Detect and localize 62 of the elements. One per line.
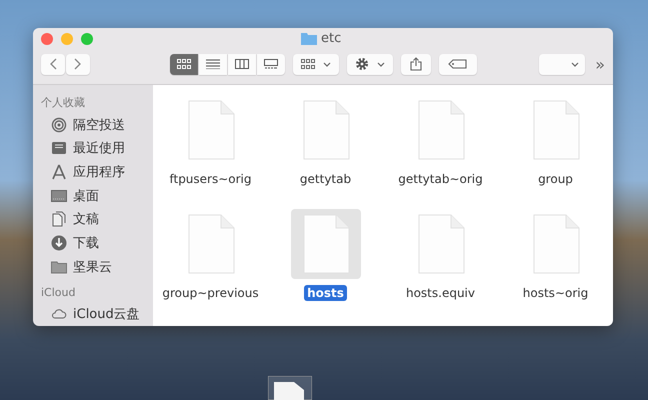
caret-icon [323,62,331,66]
column-view-button[interactable] [228,54,256,74]
file-name[interactable]: hosts~orig [520,285,592,301]
icon-view-button[interactable] [170,54,198,74]
dropdown-button[interactable] [539,54,586,74]
caret-icon [571,62,580,66]
sidebar-item[interactable]: 隔空投送 [41,113,153,137]
sidebar-item[interactable]: 坚果云 [41,254,153,278]
back-button[interactable] [41,54,65,74]
file-name[interactable]: gettytab~orig [395,171,486,187]
share-button[interactable] [401,54,431,74]
icons-view-icon [177,59,191,69]
sidebar-item[interactable]: 下载 [41,231,153,255]
grid-icon [301,59,315,69]
chevron-right-icon [74,58,82,70]
caret-icon [377,62,385,66]
overflow-button[interactable]: » [593,54,607,74]
gallery-view-icon [264,59,278,69]
group-button[interactable] [293,54,339,74]
file-name[interactable]: hosts.equiv [402,285,478,301]
sidebar-heading: iCloud [41,286,76,300]
sidebar-item[interactable]: 桌面 [41,184,153,208]
list-view-button[interactable] [199,54,227,74]
file-name[interactable]: group~previous [159,285,262,301]
share-icon [410,57,422,71]
chevron-left-icon [49,58,57,70]
folder-icon [301,32,317,45]
list-view-icon [206,59,220,69]
document-icon[interactable] [532,100,580,160]
sidebar-heading: 个人收藏 [41,95,86,110]
document-icon[interactable] [416,214,464,274]
documents-icon [51,211,67,228]
sidebar-item[interactable]: 文稿 [41,208,153,232]
gallery-view-button[interactable] [257,54,285,74]
display-icon [51,188,67,204]
document-icon[interactable] [302,100,350,160]
tray-icon [51,140,67,156]
document-icon[interactable] [302,214,350,274]
sidebar-item[interactable]: 应用程序 [41,160,153,184]
sidebar-item[interactable]: iCloud云盘 [41,302,153,326]
action-button[interactable] [347,54,393,74]
download-icon [51,234,67,251]
file-name[interactable]: ftpusers~orig [166,171,255,187]
zoom-button[interactable] [81,33,93,45]
close-button[interactable] [41,33,53,45]
file-name[interactable]: hosts [304,285,347,301]
file-name[interactable]: gettytab [296,171,354,187]
file-name[interactable]: group [535,171,576,187]
tag-button[interactable] [439,54,477,74]
document-icon[interactable] [186,214,234,274]
columns-view-icon [235,59,249,69]
file-icon [268,376,312,400]
gear-icon [355,57,369,71]
document-icon[interactable] [186,100,234,160]
sidebar-item[interactable]: 最近使用 [41,136,153,160]
folder-icon [51,258,67,275]
tag-icon [448,59,468,69]
document-icon[interactable] [416,100,464,160]
window-title: etc [321,31,342,46]
document-icon[interactable] [532,214,580,274]
minimize-button[interactable] [61,33,73,45]
forward-button[interactable] [66,54,90,74]
